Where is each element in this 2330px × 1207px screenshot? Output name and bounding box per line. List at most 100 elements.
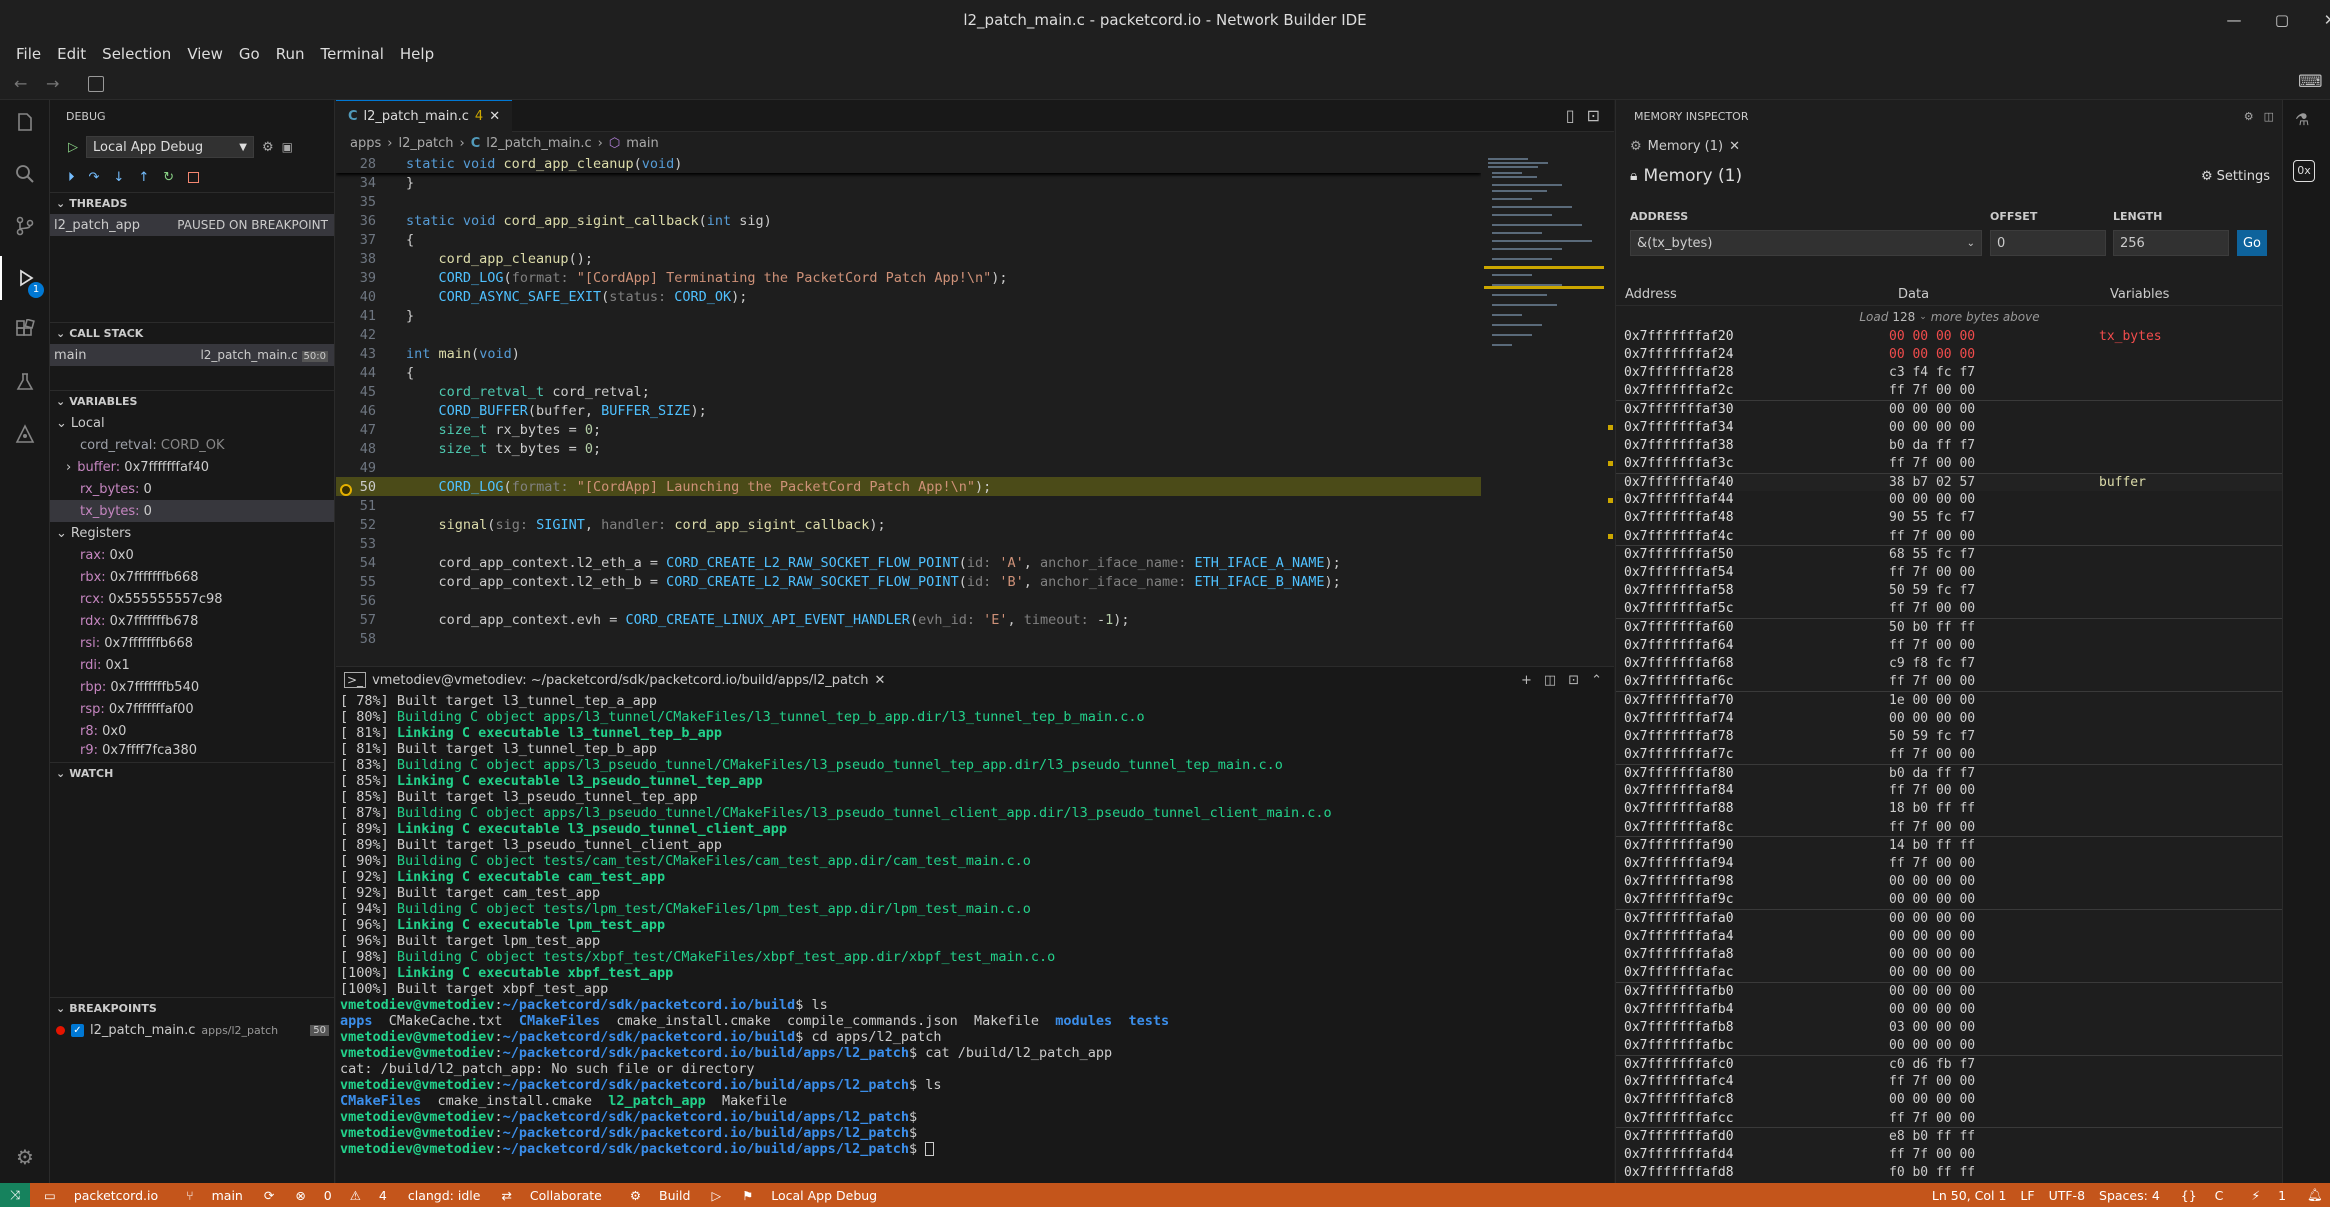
memory-row[interactable]: 0x7fffffffafac 00 00 00 00 [1616,964,2283,982]
explorer-icon[interactable] [0,100,50,144]
memory-row[interactable]: 0x7fffffffaf98 00 00 00 00 [1616,873,2283,891]
local-scope[interactable]: ⌄ Local [50,412,334,434]
stack-frame[interactable]: main l2_patch_main.c 50:0 [50,344,334,366]
breakpoints-header[interactable]: ⌄ BREAKPOINTS [50,997,334,1019]
memory-row[interactable]: 0x7fffffffaf8c ff 7f 00 00 [1616,818,2283,836]
language-item[interactable]: {} C [2167,1188,2238,1203]
network-builder-icon[interactable] [0,412,50,456]
memory-row[interactable]: 0x7fffffffaf24 00 00 00 00 [1616,345,2283,363]
split-editor-icon[interactable]: ▯ [1566,106,1575,125]
memory-data[interactable]: 00 00 00 00 [1889,492,2099,507]
memory-row[interactable]: 0x7fffffffafb8 03 00 00 00 [1616,1018,2283,1036]
terminal-toggle-icon[interactable]: ⌨ [2298,72,2323,92]
breadcrumb-item[interactable]: l2_patch_main.c [486,136,591,151]
split-terminal-icon[interactable]: ◫ [1544,673,1556,688]
variable-row[interactable]: rx_bytes: 0 [50,478,334,500]
memory-row[interactable]: 0x7fffffffaf68 c9 f8 fc f7 [1616,654,2283,672]
memory-row[interactable]: 0x7fffffffaf78 50 59 fc f7 [1616,727,2283,745]
memory-row[interactable]: 0x7fffffffaf48 90 55 fc f7 [1616,509,2283,527]
project-item[interactable]: ▭ packetcord.io [30,1188,172,1203]
memory-row[interactable]: 0x7fffffffafa0 00 00 00 00 [1616,909,2283,927]
memory-data[interactable]: 00 00 00 00 [1889,329,2099,344]
memory-row[interactable]: 0x7fffffffaf80 b0 da ff f7 [1616,763,2283,782]
extensions-icon[interactable] [0,308,50,352]
chevron-down-icon[interactable]: ⌄ [1919,312,1927,322]
memory-data[interactable]: ff 7f 00 00 [1889,856,2099,871]
terminal-output[interactable]: [ 78%] Built target l3_tunnel_tep_a_app … [336,693,1614,1157]
memory-data[interactable]: ff 7f 00 00 [1889,601,2099,616]
memory-row[interactable]: 0x7fffffffaf9c 00 00 00 00 [1616,891,2283,909]
register-row[interactable]: rbx: 0x7fffffffb668 [50,566,334,588]
debug-config-select[interactable]: Local App Debug ▼ [86,136,254,158]
offset-input[interactable]: 0 [1990,230,2106,256]
memory-data[interactable]: 00 00 00 00 [1889,874,2099,889]
run-debug-icon[interactable]: 1 [0,256,50,300]
memory-row[interactable]: 0x7fffffffafc8 00 00 00 00 [1616,1091,2283,1109]
memory-row[interactable]: 0x7fffffffaf84 ff 7f 00 00 [1616,782,2283,800]
ports-item[interactable]: ⚡ 1 [2237,1188,2300,1203]
search-icon[interactable] [0,152,50,196]
memory-data[interactable]: ff 7f 00 00 [1889,820,2099,835]
memory-data[interactable]: 03 00 00 00 [1889,1020,2099,1035]
step-out-icon[interactable]: ↑ [138,170,149,185]
memory-row[interactable]: 0x7fffffffaf2c ff 7f 00 00 [1616,382,2283,400]
memory-data[interactable]: b0 da ff f7 [1889,438,2099,453]
restart-icon[interactable]: ↻ [163,170,174,185]
menu-view[interactable]: View [179,45,231,63]
register-row[interactable]: rsi: 0x7fffffffb668 [50,632,334,654]
register-row[interactable]: rcx: 0x555555557c98 [50,588,334,610]
menu-help[interactable]: Help [392,45,442,63]
breadcrumb-item[interactable]: main [626,136,658,151]
cursor-position[interactable]: Ln 50, Col 1 [1925,1188,2014,1203]
memory-row[interactable]: 0x7fffffffaf4c ff 7f 00 00 [1608,527,2283,545]
memory-data[interactable]: 00 00 00 00 [1889,1002,2099,1017]
tab-l2-patch-main[interactable]: C l2_patch_main.c 4 ✕ [336,100,513,132]
variable-row[interactable]: tx_bytes: 0 [50,500,334,522]
memory-row[interactable]: 0x7fffffffafd8 f0 b0 ff ff [1616,1164,2283,1182]
memory-data[interactable]: 00 00 00 00 [1889,965,2099,980]
variable-row[interactable]: cord_retval: CORD_OK [50,434,334,456]
stop-icon[interactable] [188,171,200,183]
register-row[interactable]: rax: 0x0 [50,544,334,566]
memory-row[interactable]: 0x7fffffffaf7c ff 7f 00 00 [1616,745,2283,763]
load-count-select[interactable]: 128 [1892,310,1915,324]
memory-data[interactable]: 1e 00 00 00 [1889,693,2099,708]
memory-data[interactable]: f0 b0 ff ff [1889,1165,2099,1180]
lock-icon[interactable]: 🔒︎ [1630,168,1637,184]
menu-file[interactable]: File [8,45,49,63]
debug-config-status[interactable]: ⚑ Local App Debug [728,1188,891,1203]
memory-data[interactable]: ff 7f 00 00 [1889,1111,2099,1126]
go-button[interactable]: Go [2237,230,2267,256]
memory-row[interactable]: 0x7fffffffafb4 00 00 00 00 [1616,1000,2283,1018]
memory-rows[interactable]: 0x7fffffffaf20 00 00 00 00 tx_bytes 0x7ffff… [1608,327,2283,1182]
address-input[interactable]: &(tx_bytes) ⌄ [1630,230,1982,256]
code-view[interactable]: 28 static void cord_app_cleanup(void) 34}… [336,154,1481,665]
breakpoint-marker-icon[interactable] [340,484,352,496]
minimize-icon[interactable]: — [2210,11,2258,29]
memory-row[interactable]: 0x7fffffffaf3c ff 7f 00 00 [1608,454,2283,472]
clangd-status[interactable]: clangd: idle [401,1188,488,1203]
close-tab-icon[interactable]: ✕ [489,109,500,124]
memory-row[interactable]: 0x7fffffffafbc 00 00 00 00 [1616,1036,2283,1054]
memory-data[interactable]: 00 00 00 00 [1889,402,2099,417]
memory-data[interactable]: 00 00 00 00 [1889,947,2099,962]
memory-data[interactable]: c9 f8 fc f7 [1889,656,2099,671]
memory-row[interactable]: 0x7fffffffaf60 50 b0 ff ff [1616,618,2283,636]
address-dropdown-icon[interactable]: ⌄ [1967,238,1975,249]
register-row[interactable]: rsp: 0x7fffffffaf00 [50,698,334,720]
memory-row[interactable]: 0x7fffffffaf28 c3 f4 fc f7 [1616,363,2283,381]
memory-data[interactable]: 14 b0 ff ff [1889,838,2099,853]
memory-panel-gear-icon[interactable]: ⚙ [2244,110,2254,123]
menu-go[interactable]: Go [231,45,268,63]
memory-row[interactable]: 0x7fffffffaf94 ff 7f 00 00 [1616,854,2283,872]
notifications-icon[interactable]: 🔔︎ [2300,1187,2330,1203]
memory-row[interactable]: 0x7fffffffaf30 00 00 00 00 [1616,399,2283,418]
more-actions-icon[interactable]: ⊡ [1587,106,1600,125]
eol-status[interactable]: LF [2013,1188,2041,1203]
run-icon[interactable]: ▷ [704,1188,728,1203]
memory-data[interactable]: ff 7f 00 00 [1889,383,2099,398]
register-row[interactable]: rbp: 0x7fffffffb540 [50,676,334,698]
close-memory-tab-icon[interactable]: ✕ [1729,139,1740,154]
memory-row[interactable]: 0x7fffffffafcc ff 7f 00 00 [1616,1109,2283,1127]
memory-row[interactable]: 0x7fffffffaf50 68 55 fc f7 [1616,545,2283,563]
